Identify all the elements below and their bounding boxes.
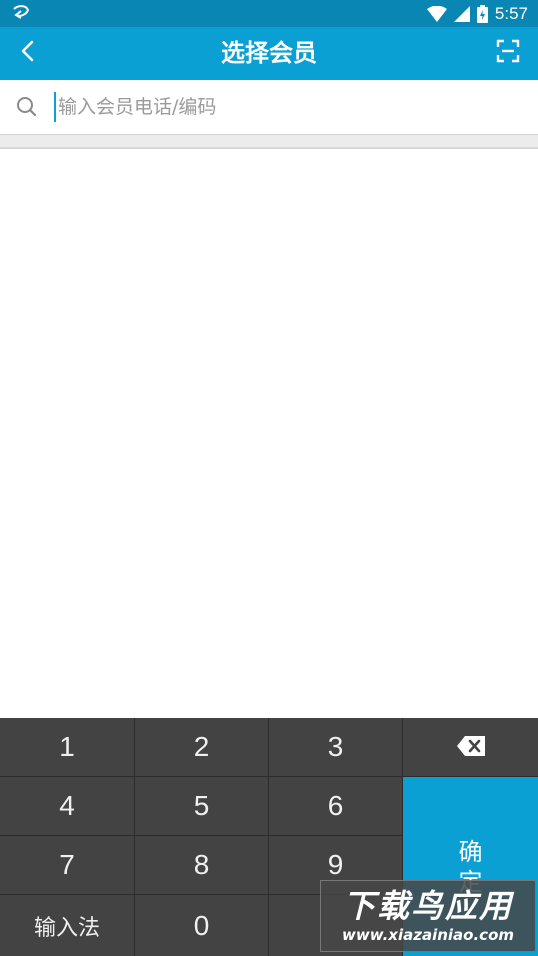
key-1[interactable]: 1 bbox=[0, 718, 135, 777]
member-search-input[interactable] bbox=[54, 92, 538, 122]
key-3[interactable]: 3 bbox=[269, 718, 403, 777]
ime-switch-button[interactable]: 输入法 bbox=[0, 895, 135, 956]
delete-button[interactable] bbox=[403, 718, 538, 777]
status-bar: 5:57 bbox=[0, 0, 538, 27]
page-title: 选择会员 bbox=[221, 39, 317, 67]
key-5[interactable]: 5 bbox=[135, 777, 269, 836]
app-bar: 选择会员 bbox=[0, 27, 538, 80]
key-2[interactable]: 2 bbox=[135, 718, 269, 777]
backspace-icon bbox=[456, 731, 485, 763]
status-left bbox=[12, 4, 30, 23]
key-0[interactable]: 0 bbox=[135, 895, 269, 956]
signal-icon bbox=[453, 5, 470, 22]
back-arrow-icon bbox=[20, 39, 36, 67]
watermark-url: www.xiazainiao.com bbox=[341, 926, 515, 944]
divider bbox=[0, 135, 538, 149]
watermark-title: 下载鸟应用 bbox=[342, 887, 513, 925]
notification-app-icon bbox=[12, 4, 30, 23]
wifi-icon bbox=[426, 5, 447, 22]
status-time: 5:57 bbox=[494, 3, 528, 23]
watermark: 下载鸟应用 www.xiazainiao.com bbox=[320, 880, 536, 952]
key-6[interactable]: 6 bbox=[269, 777, 403, 836]
battery-charging-icon bbox=[476, 4, 488, 23]
search-bar bbox=[0, 80, 538, 135]
back-button[interactable] bbox=[8, 33, 48, 73]
scan-button[interactable] bbox=[488, 33, 528, 73]
member-list bbox=[0, 150, 538, 718]
key-4[interactable]: 4 bbox=[0, 777, 135, 836]
confirm-label-line1: 确 bbox=[458, 837, 483, 866]
search-icon bbox=[16, 96, 38, 118]
scan-icon bbox=[496, 39, 520, 67]
key-8[interactable]: 8 bbox=[135, 836, 269, 895]
status-right: 5:57 bbox=[426, 3, 528, 24]
key-7[interactable]: 7 bbox=[0, 836, 135, 895]
